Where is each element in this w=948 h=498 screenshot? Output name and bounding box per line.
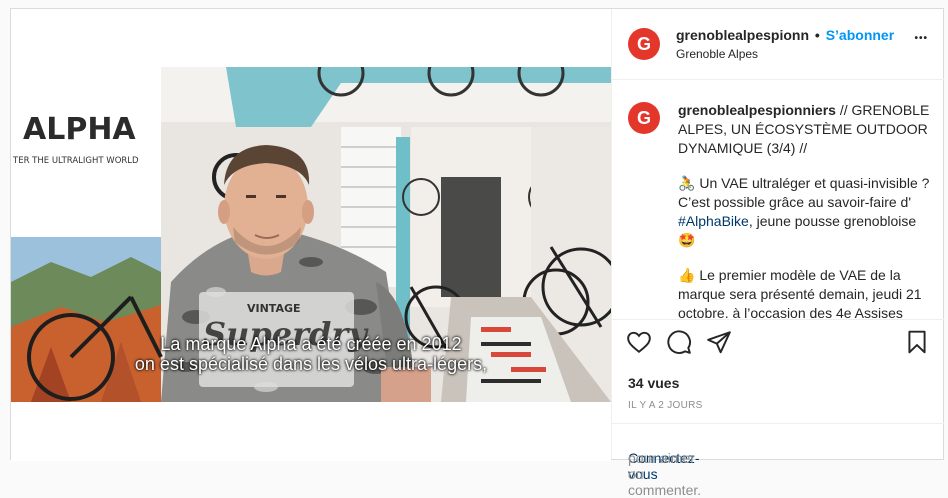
caption-area: G grenoblealpespionniers // GRENOBLE ALP…	[612, 79, 944, 320]
login-prompt: Connectez-vous pour aimer ou commenter.	[612, 423, 944, 498]
header-username[interactable]: grenoblealpespionn	[676, 27, 809, 43]
thumbs-up-emoji: 👍	[678, 267, 696, 283]
action-bar	[612, 321, 944, 361]
avatar[interactable]: G	[628, 28, 660, 60]
avatar-letter: G	[636, 33, 651, 54]
video-player[interactable]: ALPHA TER THE ULTRALIGHT WORLD VINTAGE S…	[11, 67, 611, 402]
comment-icon[interactable]	[666, 329, 692, 355]
post-timestamp[interactable]: IL Y A 2 JOURS	[628, 400, 703, 411]
post-side-panel: G grenoblealpespionn • S’abonner Grenobl…	[611, 9, 944, 498]
bookmark-icon[interactable]	[904, 329, 930, 355]
brand-sign: ALPHA	[23, 112, 136, 147]
subtitle-line-2: on est spécialisé dans les vélos ultra-l…	[134, 354, 488, 374]
header-user-line: grenoblealpespionn • S’abonner	[676, 27, 894, 43]
post-header: G grenoblealpespionn • S’abonner Grenobl…	[612, 9, 944, 80]
caption-text: grenoblealpespionniers // GRENOBLE ALPES…	[678, 101, 930, 320]
bike-emoji: 🚴	[678, 175, 696, 191]
caption-avatar-letter: G	[636, 107, 651, 128]
more-options-icon[interactable]: •••	[914, 33, 928, 44]
hashtag-link[interactable]: #AlphaBike	[678, 213, 749, 229]
header-dot: •	[814, 27, 820, 43]
subtitle-line-1: La marque Alpha a été créée en 2012	[160, 334, 462, 354]
caption-p2-text: Un VAE ultraléger et quasi-invisible ? C…	[678, 175, 930, 210]
caption-paragraph-2: 🚴 Un VAE ultraléger et quasi-invisible ?…	[678, 174, 930, 250]
instagram-post: ALPHA TER THE ULTRALIGHT WORLD VINTAGE S…	[10, 8, 944, 498]
follow-button[interactable]: S’abonner	[826, 27, 894, 43]
heart-icon[interactable]	[626, 329, 652, 355]
view-count[interactable]: 34 vues	[628, 375, 679, 391]
video-subtitles: La marque Alpha a été créée en 2012 on e…	[11, 334, 611, 374]
login-text: pour aimer ou commenter.	[628, 450, 702, 498]
caption-paragraph-1: grenoblealpespionniers // GRENOBLE ALPES…	[678, 101, 930, 158]
caption-p3-text: Le premier modèle de VAE de la marque se…	[678, 267, 922, 320]
shirt-text-top: VINTAGE	[247, 302, 301, 315]
caption-author[interactable]: grenoblealpespionniers	[678, 102, 836, 118]
media-area: ALPHA TER THE ULTRALIGHT WORLD VINTAGE S…	[11, 9, 611, 461]
location-link[interactable]: Grenoble Alpes	[676, 47, 758, 61]
brand-tagline: TER THE ULTRALIGHT WORLD	[12, 156, 139, 166]
caption-paragraph-3: 👍 Le premier modèle de VAE de la marque …	[678, 266, 930, 320]
caption-avatar[interactable]: G	[628, 102, 660, 134]
paper-plane-icon[interactable]	[706, 329, 732, 355]
